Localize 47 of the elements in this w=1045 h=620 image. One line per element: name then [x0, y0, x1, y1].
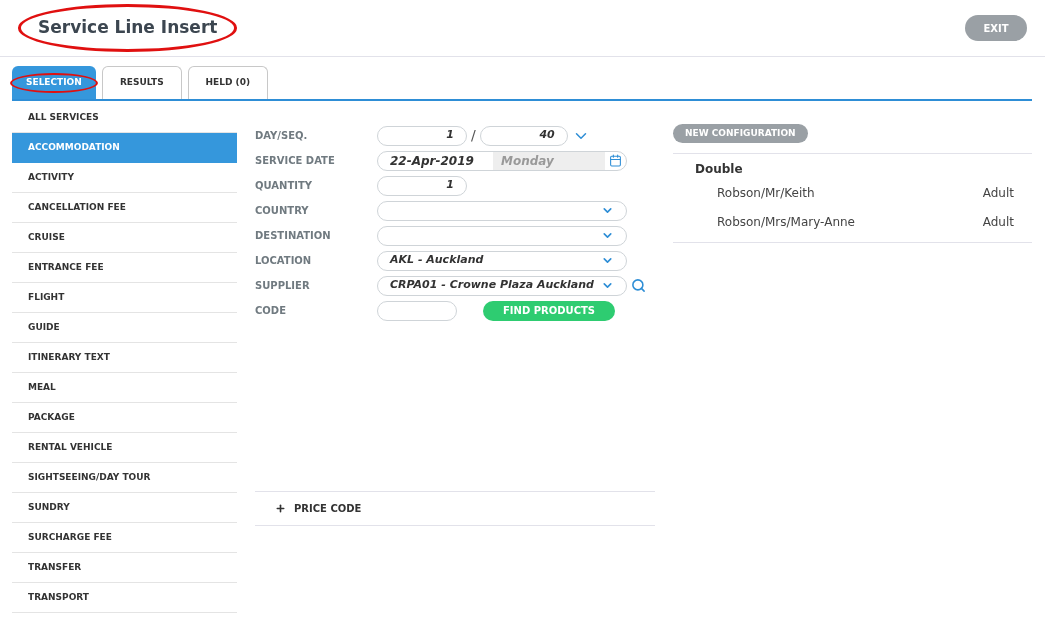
day-field[interactable]: 1	[377, 125, 467, 146]
sidebar-item[interactable]: CANCELLATION FEE	[12, 193, 237, 223]
field-label: QUANTITY	[255, 179, 314, 193]
sidebar-item[interactable]: FLIGHT	[12, 283, 237, 313]
select-field[interactable]	[377, 225, 627, 246]
calendar-icon[interactable]	[609, 154, 622, 167]
sidebar-item[interactable]: PACKAGE	[12, 403, 237, 433]
sidebar-item[interactable]: SIGHTSEEING/DAY TOUR	[12, 463, 237, 493]
sidebar-item[interactable]: GUIDE	[12, 313, 237, 343]
sidebar-item[interactable]: ENTRANCE FEE	[12, 253, 237, 283]
code-field[interactable]	[377, 300, 457, 321]
sidebar-item[interactable]: ITINERARY TEXT	[12, 343, 237, 373]
price-code-label: PRICE CODE	[294, 502, 362, 516]
field-label: DAY/SEQ.	[255, 129, 309, 143]
sidebar-item[interactable]: SURCHARGE FEE	[12, 523, 237, 553]
price-code-row[interactable]: PRICE CODE	[255, 491, 655, 526]
field-label: DESTINATION	[255, 229, 332, 243]
sidebar-item[interactable]: MEAL	[12, 373, 237, 403]
passenger-name: Robson/Mrs/Mary-Anne	[717, 213, 855, 231]
select-field[interactable]: AKL - Auckland	[377, 250, 627, 271]
select-field[interactable]: CRPA01 - Crowne Plaza Auckland	[377, 275, 627, 296]
sidebar-item[interactable]: CRUISE	[12, 223, 237, 253]
sidebar-item[interactable]: ACTIVITY	[12, 163, 237, 193]
sidebar-item[interactable]: TRANSPORT	[12, 583, 237, 613]
plus-icon	[275, 503, 286, 514]
sequence-field[interactable]: 40	[479, 125, 568, 146]
room-type: Double	[694, 161, 744, 178]
passenger-name: Robson/Mr/Keith	[717, 184, 815, 202]
sidebar-item[interactable]: SUNDRY	[12, 493, 237, 523]
field-label: SERVICE DATE	[255, 154, 336, 168]
search-icon[interactable]	[631, 278, 646, 293]
page-title: Service Line Insert	[37, 16, 219, 40]
tab[interactable]: HELD (0)	[187, 66, 268, 99]
select-field[interactable]	[377, 200, 627, 221]
field-label: SUPPLIER	[255, 279, 311, 293]
passenger-type: Adult	[982, 213, 1014, 231]
separator-text: /	[471, 126, 476, 145]
weekday-text: Monday	[493, 151, 605, 170]
field-label: LOCATION	[255, 254, 313, 268]
date-value: 22-Apr-2019	[389, 152, 475, 170]
passenger-type: Adult	[982, 184, 1014, 202]
sidebar-item[interactable]: RENTAL VEHICLE	[12, 433, 237, 463]
sidebar-item[interactable]: TRANSFER	[12, 553, 237, 583]
field-label: COUNTRY	[255, 204, 310, 218]
field-label: CODE	[255, 304, 287, 318]
tab[interactable]: RESULTS	[101, 66, 182, 99]
quantity-field[interactable]: 1	[377, 175, 467, 196]
